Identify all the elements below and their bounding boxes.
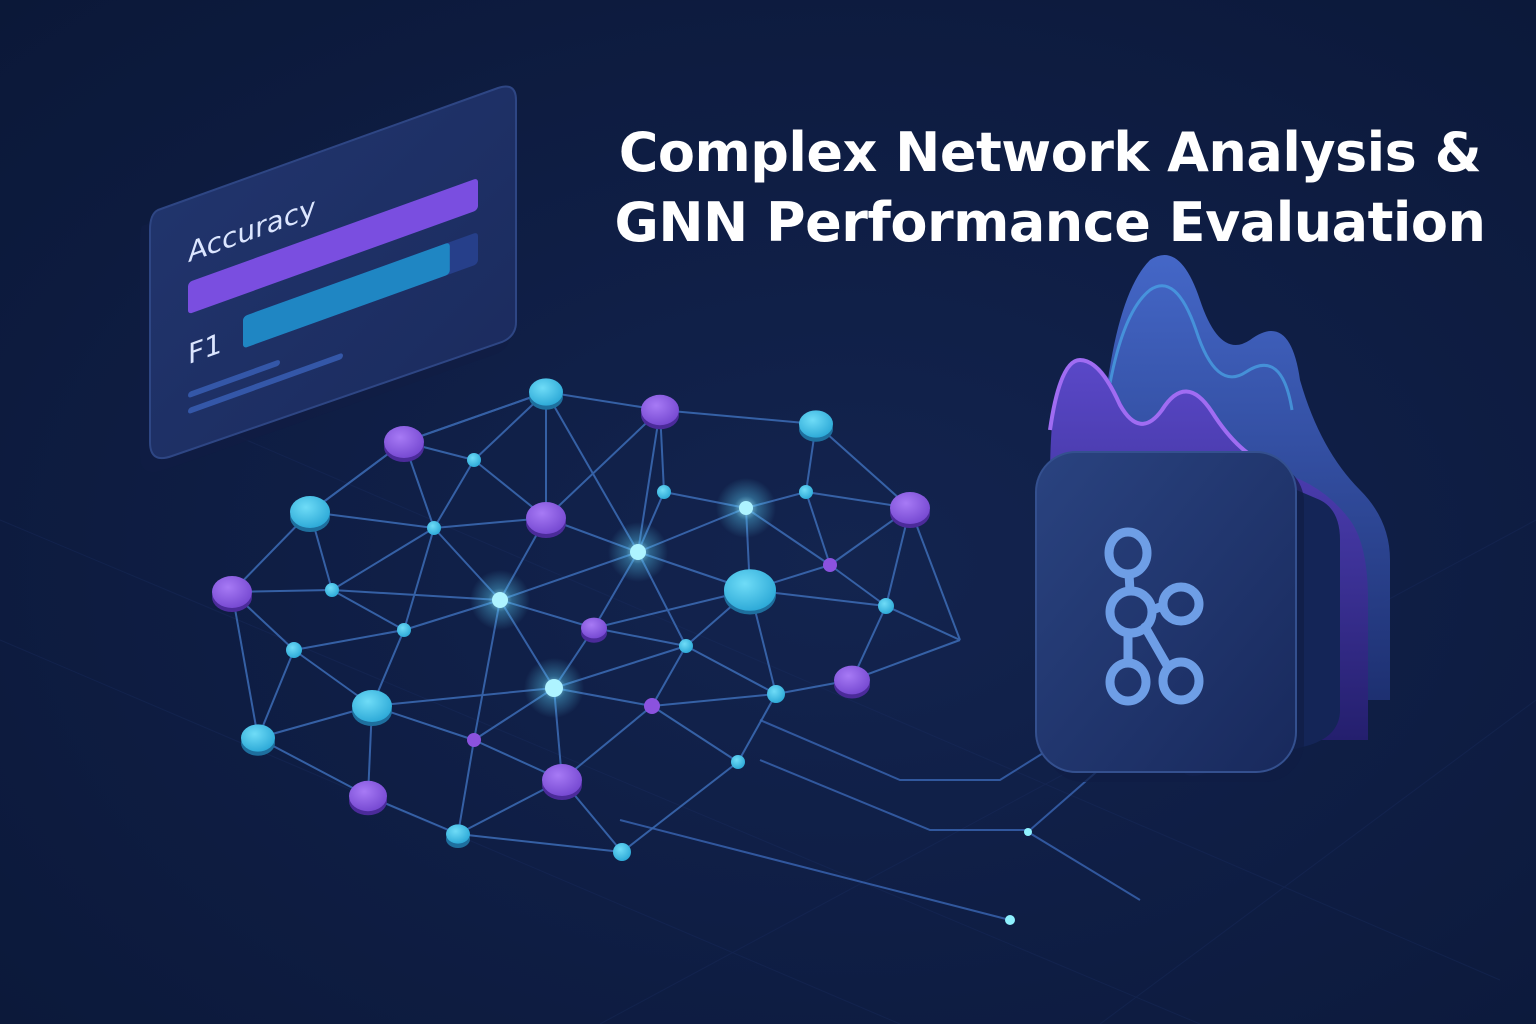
network-node-cyan [325,583,339,597]
network-edge [659,409,817,425]
network-node-cyan [290,496,330,528]
network-node-cyan [739,501,753,515]
page-title: Complex Network Analysis & GNN Performan… [600,118,1500,258]
title-line-1: Complex Network Analysis & [618,121,1482,185]
network-node-cyan [286,642,302,658]
network-node-purple [823,558,837,572]
network-edge [257,649,295,739]
network-node-purple [467,733,481,747]
network-node-purple [581,617,607,639]
network-node-cyan [397,623,411,637]
network-node-cyan [878,598,894,614]
network-node-cyan [545,679,563,697]
network-node-purple [834,665,870,695]
network-edge [621,761,739,853]
network-node-purple [542,764,582,796]
metrics-card: Accuracy F1 [140,85,517,473]
network-node-cyan [731,755,745,769]
network-edge [457,833,623,853]
network-edge [293,629,405,651]
graph-network-card [1035,451,1340,782]
network-node-purple [644,698,660,714]
network-node-purple [641,394,679,426]
network-node-cyan [492,592,508,608]
network-edge [545,409,661,519]
network-node-cyan [799,410,833,438]
network-node-cyan [467,453,481,467]
network-edge [651,705,739,763]
trace-node [1005,915,1015,925]
network-node-cyan [724,569,776,611]
network-node-cyan [352,690,392,722]
network-edge [805,491,831,566]
network-node-cyan [799,485,813,499]
network-node-cyan [767,685,785,703]
network-edge [257,737,369,797]
network-node-cyan [241,724,275,752]
network-node-cyan [427,521,441,535]
network-node-cyan [529,378,563,406]
network-edge [403,391,547,443]
network-node-cyan [657,485,671,499]
network-node-cyan [446,824,470,844]
network-node-purple [890,492,930,524]
network-edge [457,739,475,835]
network-node-purple [526,502,566,534]
network-node-purple [384,426,424,458]
network-node-purple [349,780,387,812]
network-edge [651,693,777,707]
network-node-cyan [679,639,693,653]
network-edge [331,589,405,631]
network-nodes [212,378,930,861]
trace-node [1024,828,1032,836]
network-edge [737,693,777,763]
network-edge [685,645,777,695]
title-line-2: GNN Performance Evaluation [614,191,1486,255]
network-node-cyan [613,843,631,861]
network-node-purple [212,576,252,608]
network-node-cyan [630,544,646,560]
network-edge [593,627,687,647]
network-edge [433,459,475,529]
